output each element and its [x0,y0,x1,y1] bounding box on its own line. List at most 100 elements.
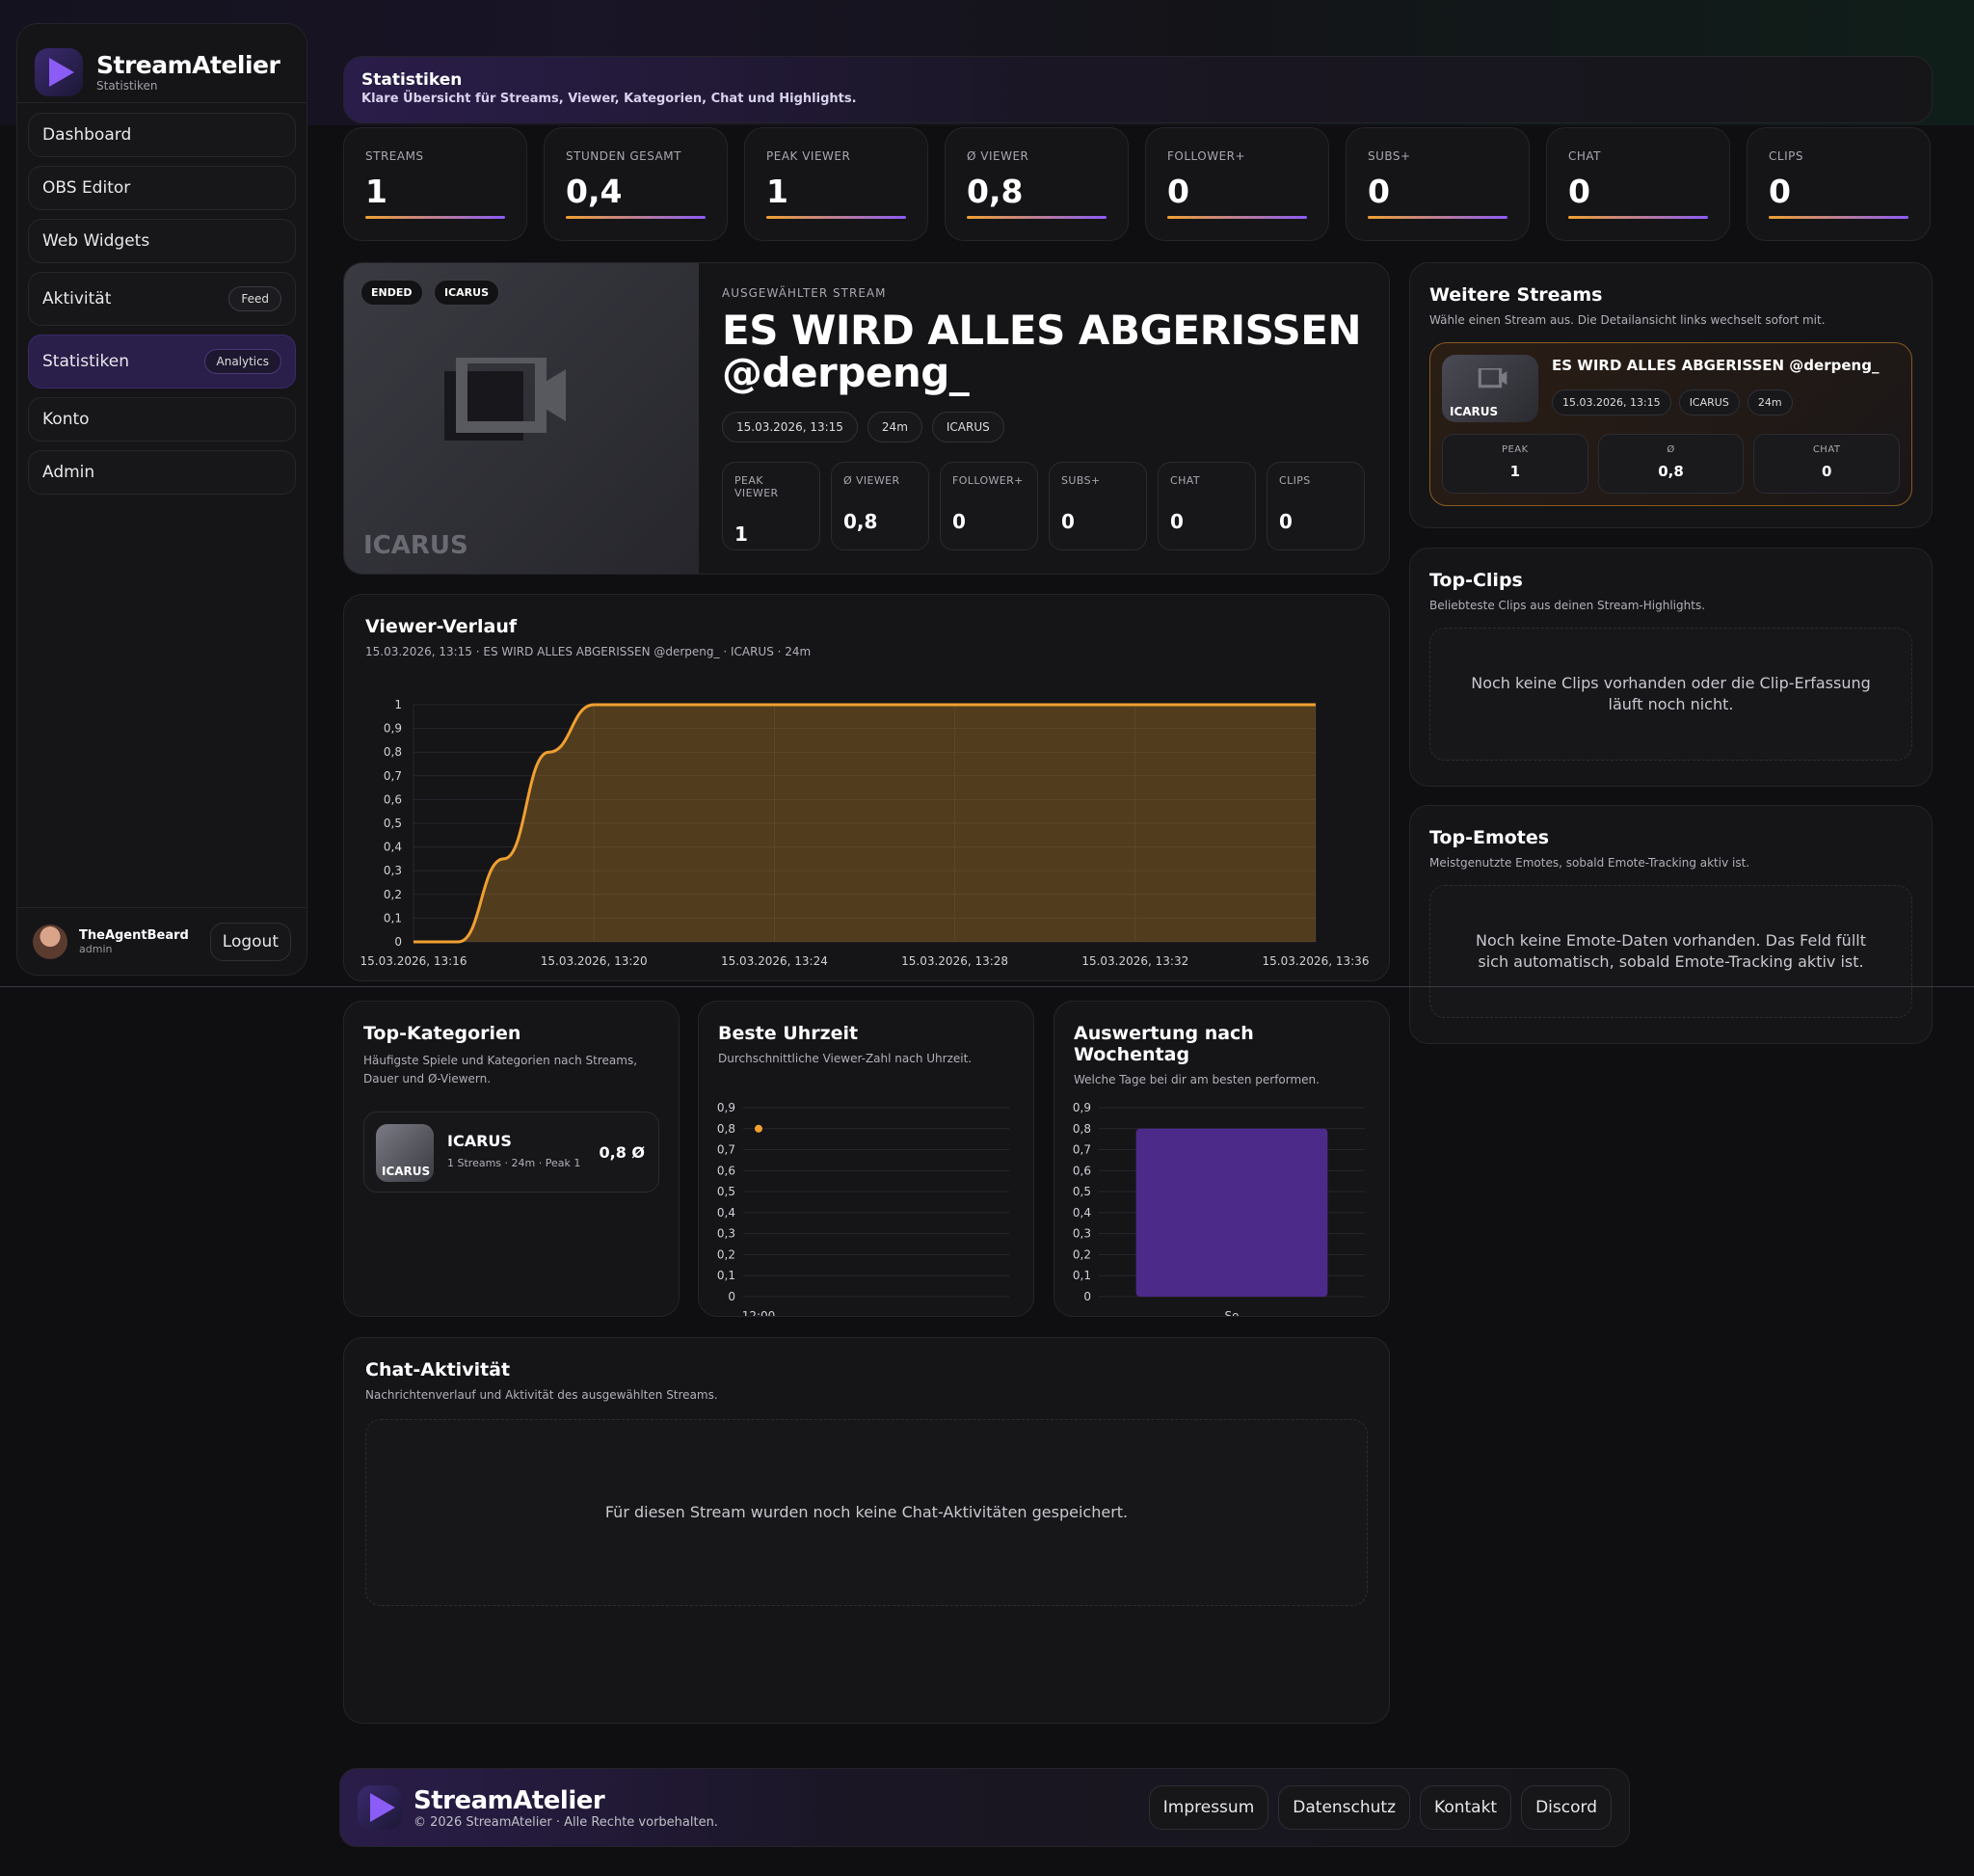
stream-stats: PEAK VIEWER 1 Ø VIEWER 0,8 FOLLOWER+ 0 SUBS… [722,462,1370,550]
stream-list-category-chip: ICARUS [1678,389,1740,415]
beste-uhrzeit-chart[interactable]: 0 0,1 0,2 0,3 0,4 0,5 0,6 0,7 0,8 0,9 12:00 [699,1085,1035,1316]
kpi-stunden: STUNDEN GESAMT 0,4 [544,127,728,241]
y-tick-label: 0,1 [384,911,402,925]
kpi-label: CHAT [1568,149,1602,163]
kpi-bar [1568,216,1708,219]
stat-label: PEAK [1501,444,1529,455]
kpi-value: 0 [1769,173,1791,210]
stream-list-chips: 15.03.2026, 13:15 ICARUS 24m [1552,389,1793,415]
footer-logo-icon [358,1785,402,1830]
category-list-item[interactable]: ICARUS ICARUS 1 Streams · 24m · Peak 1 0… [363,1112,659,1193]
top-clips-card: Top-Clips Beliebteste Clips aus deinen S… [1409,548,1933,787]
page-title: Statistiken [361,70,463,90]
sidebar-item-obs-editor[interactable]: OBS Editor [28,166,296,210]
brand[interactable]: StreamAtelier Statistiken [17,24,307,103]
sidebar-item-konto[interactable]: Konto [28,397,296,442]
kpi-value: 0 [1568,173,1590,210]
kpi-bar [566,216,706,219]
kpi-follower: FOLLOWER+ 0 [1145,127,1329,241]
y-tick-label: 0,3 [384,864,402,877]
kpi-peak-viewer: PEAK VIEWER 1 [744,127,928,241]
top-clips-subtitle: Beliebteste Clips aus deinen Stream-High… [1429,599,1706,612]
wochentag-title: Auswertung nach Wochentag [1074,1023,1254,1065]
top-emotes-empty: Noch keine Emote-Daten vorhanden. Das Fe… [1429,885,1912,1018]
stream-stat-avg: Ø VIEWER 0,8 [831,462,929,550]
y-tick-label: 0,8 [384,745,402,759]
x-tick-label: 15.03.2026, 13:28 [901,954,1008,968]
y-tick-label: 0,5 [384,817,402,830]
weekday-bar [1135,1128,1328,1297]
sidebar-item-label: Admin [42,463,95,482]
user-role: admin [79,942,113,955]
chat-aktivitaet-subtitle: Nachrichtenverlauf und Aktivität des aus… [365,1388,718,1402]
brand-logo-icon [35,47,83,96]
sidebar-item-admin[interactable]: Admin [28,450,296,495]
stream-chips: 15.03.2026, 13:15 24m ICARUS [722,412,1370,442]
y-tick-label: 0,9 [384,722,402,736]
kpi-chat: CHAT 0 [1546,127,1730,241]
stream-list-stat-chat: CHAT 0 [1753,434,1901,494]
stream-list-stat-avg: Ø 0,8 [1597,434,1745,494]
kpi-avg-viewer: Ø VIEWER 0,8 [945,127,1129,241]
stat-label: FOLLOWER+ [952,474,1024,487]
stat-label: CHAT [1812,444,1841,455]
stat-label: Ø VIEWER [843,474,900,487]
y-tick-label: 0,5 [717,1185,735,1198]
kpi-label: FOLLOWER+ [1167,149,1246,163]
viewer-verlauf-card: Viewer-Verlauf 15.03.2026, 13:15 · ES WI… [343,594,1390,981]
datenschutz-link[interactable]: Datenschutz [1278,1785,1411,1830]
stat-label: CLIPS [1279,474,1311,487]
y-tick-label: 0 [728,1290,735,1303]
sidebar-item-aktivitaet[interactable]: Aktivität Feed [28,272,296,326]
user-panel: TheAgentBeard admin Logout [17,907,307,975]
kpi-value: 0,4 [566,173,623,210]
y-tick-label: 0 [394,935,402,949]
stream-list-item[interactable]: ICARUS ES WIRD ALLES ABGERISSEN @derpeng… [1429,342,1912,506]
viewer-chart[interactable]: 0 0,1 0,2 0,3 0,4 0,5 0,6 0,7 0,8 0,9 1 15.03.2026,… [344,676,1391,975]
stat-value: 0 [1170,510,1184,533]
avatar[interactable] [33,924,67,959]
stream-duration-chip: 24m [867,412,922,442]
x-tick-label: 15.03.2026, 13:36 [1263,954,1370,968]
discord-link[interactable]: Discord [1521,1785,1612,1830]
stat-value: 1 [734,523,748,546]
x-tick-label: So [1225,1309,1240,1316]
sidebar-item-statistiken[interactable]: Statistiken Analytics [28,335,296,389]
logout-button[interactable]: Logout [209,922,291,961]
stat-label: Ø [1667,444,1675,455]
stat-label: PEAK VIEWER [734,474,779,499]
stream-stat-subs: SUBS+ 0 [1049,462,1147,550]
stat-value: 0 [952,510,966,533]
impressum-link[interactable]: Impressum [1148,1785,1269,1830]
weitere-streams-subtitle: Wähle einen Stream aus. Die Detailansich… [1429,313,1826,327]
chat-aktivitaet-empty: Für diesen Stream wurden noch keine Chat… [365,1419,1368,1606]
top-emotes-subtitle: Meistgenutzte Emotes, sobald Emote-Track… [1429,856,1750,870]
sidebar-item-label: OBS Editor [42,178,131,198]
stream-list-thumb-label: ICARUS [1450,405,1499,418]
y-tick-label: 0,9 [1073,1101,1091,1114]
weitere-streams-title: Weitere Streams [1429,284,1603,306]
stream-list-date-chip: 15.03.2026, 13:15 [1552,389,1671,415]
y-tick-label: 0,4 [1073,1206,1091,1219]
y-tick-label: 0,8 [1073,1122,1091,1136]
kpi-bar [1769,216,1908,219]
y-tick-label: 0,2 [384,888,402,901]
wochentag-chart[interactable]: 0 0,1 0,2 0,3 0,4 0,5 0,6 0,7 0,8 0,9 So [1054,1085,1391,1316]
kontakt-link[interactable]: Kontakt [1420,1785,1512,1830]
x-tick-label: 15.03.2026, 13:24 [721,954,828,968]
sidebar-item-web-widgets[interactable]: Web Widgets [28,219,296,263]
sidebar-item-dashboard[interactable]: Dashboard [28,113,296,157]
y-tick-label: 0,7 [1073,1143,1091,1157]
top-kategorien-card: Top-Kategorien Häufigste Spiele und Kate… [343,1001,680,1317]
beste-uhrzeit-title: Beste Uhrzeit [718,1023,859,1044]
stat-label: SUBS+ [1061,474,1101,487]
footer-links: Impressum Datenschutz Kontakt Discord [1148,1785,1612,1830]
kpi-bar [365,216,505,219]
analytics-badge: Analytics [203,349,281,374]
category-thumbnail: ICARUS [376,1124,434,1182]
sidebar-item-label: Web Widgets [42,231,150,251]
y-tick-label: 0,7 [717,1143,735,1157]
kpi-clips: CLIPS 0 [1747,127,1931,241]
stream-stat-peak: PEAK VIEWER 1 [722,462,820,550]
kpi-streams: STREAMS 1 [343,127,527,241]
